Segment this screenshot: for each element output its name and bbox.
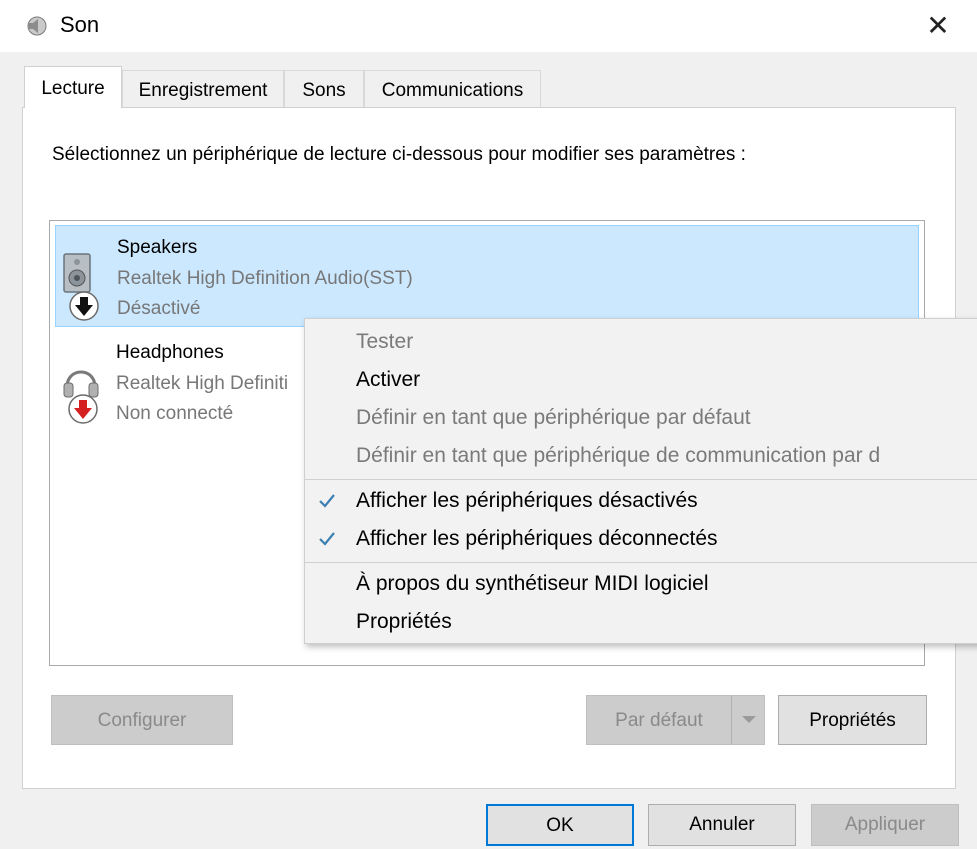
menu-item-enable[interactable]: Activer <box>305 361 977 399</box>
disconnected-arrow-icon <box>68 394 98 424</box>
menu-item-set-communication-default[interactable]: Définir en tant que périphérique de comm… <box>305 437 977 475</box>
menu-separator <box>305 479 977 480</box>
device-description: Realtek High Definiti <box>116 373 289 394</box>
tab-enregistrement[interactable]: Enregistrement <box>122 70 284 108</box>
device-description: Realtek High Definition Audio(SST) <box>117 268 413 289</box>
menu-separator <box>305 562 977 563</box>
menu-item-test[interactable]: Tester <box>305 323 977 361</box>
menu-item-about-midi[interactable]: À propos du synthétiseur MIDI logiciel <box>305 565 977 603</box>
menu-item-label: Afficher les périphériques désactivés <box>356 489 698 512</box>
tab-communications[interactable]: Communications <box>364 70 541 108</box>
menu-item-properties[interactable]: Propriétés <box>305 603 977 641</box>
device-name: Headphones <box>116 342 224 363</box>
cancel-button[interactable]: Annuler <box>648 804 796 846</box>
close-button[interactable]: ✕ <box>918 8 958 46</box>
menu-item-show-disconnected[interactable]: Afficher les périphériques déconnectés <box>305 520 977 558</box>
menu-item-show-disabled[interactable]: Afficher les périphériques désactivés <box>305 482 977 520</box>
configure-button[interactable]: Configurer <box>51 695 233 745</box>
device-status: Désactivé <box>117 298 201 319</box>
menu-item-label: Afficher les périphériques déconnectés <box>356 527 718 550</box>
menu-item-label: Tester <box>356 330 414 353</box>
menu-item-label: À propos du synthétiseur MIDI logiciel <box>356 572 709 595</box>
properties-button[interactable]: Propriétés <box>778 695 927 745</box>
device-status: Non connecté <box>116 403 234 424</box>
menu-item-label: Propriétés <box>356 610 452 633</box>
instructions-text: Sélectionnez un périphérique de lecture … <box>52 144 746 165</box>
menu-item-label: Définir en tant que périphérique par déf… <box>356 406 751 429</box>
check-icon <box>319 494 335 508</box>
chevron-down-icon <box>742 716 756 723</box>
tab-sons[interactable]: Sons <box>284 70 364 108</box>
menu-item-label: Activer <box>356 368 421 391</box>
set-default-button[interactable]: Par défaut <box>586 695 732 745</box>
device-item-speakers[interactable]: Speakers Realtek High Definition Audio(S… <box>55 225 919 327</box>
speaker-app-icon <box>27 16 47 36</box>
tab-lecture[interactable]: Lecture <box>24 66 122 108</box>
disabled-arrow-icon <box>69 291 99 321</box>
menu-item-set-default[interactable]: Définir en tant que périphérique par déf… <box>305 399 977 437</box>
window-title: Son <box>60 12 100 37</box>
check-icon <box>319 532 335 546</box>
ok-button[interactable]: OK <box>486 804 634 846</box>
title-bar: Son ✕ <box>0 0 977 52</box>
set-default-dropdown-button[interactable] <box>731 695 765 745</box>
context-menu: Tester Activer Définir en tant que périp… <box>304 318 977 644</box>
device-name: Speakers <box>117 237 198 258</box>
menu-item-label: Définir en tant que périphérique de comm… <box>356 444 881 467</box>
apply-button[interactable]: Appliquer <box>811 804 959 846</box>
